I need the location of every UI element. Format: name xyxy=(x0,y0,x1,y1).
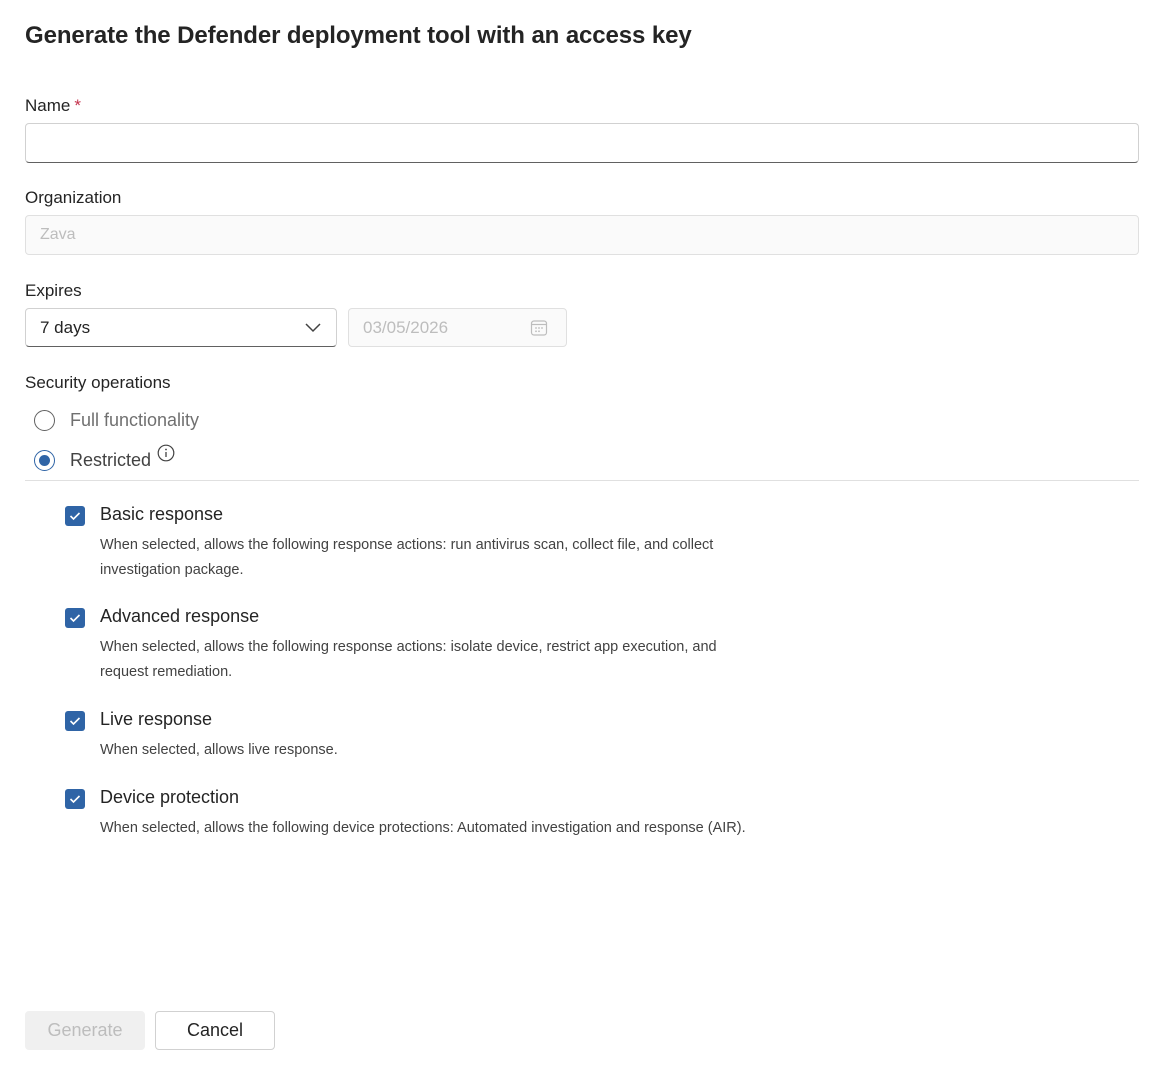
checkbox-advanced-response[interactable] xyxy=(65,608,85,628)
dialog-title: Generate the Defender deployment tool wi… xyxy=(25,22,692,49)
divider xyxy=(25,480,1139,481)
checkbox-basic-response[interactable] xyxy=(65,506,85,526)
checkmark-icon xyxy=(69,717,81,726)
expires-label: Expires xyxy=(25,281,82,300)
option-description: When selected, allows live response. xyxy=(100,742,338,758)
cancel-button[interactable]: Cancel xyxy=(155,1011,275,1050)
checkmark-icon xyxy=(69,614,81,623)
checkmark-icon xyxy=(69,795,81,804)
option-title: Advanced response xyxy=(100,606,260,626)
chevron-down-icon xyxy=(305,323,321,333)
name-label: Name * xyxy=(25,96,81,115)
radio-label: Restricted xyxy=(70,450,152,470)
checkbox-device-protection[interactable] xyxy=(65,789,85,809)
checkmark-icon xyxy=(69,512,81,521)
organization-input xyxy=(25,215,1139,255)
expires-dropdown[interactable]: 7 days xyxy=(25,308,337,347)
expires-selected-value: 7 days xyxy=(40,317,91,337)
checkbox-live-response[interactable] xyxy=(65,711,85,731)
required-mark: * xyxy=(74,96,81,115)
radio-label: Full functionality xyxy=(70,410,200,430)
info-icon[interactable] xyxy=(157,444,175,462)
security-operations-label: Security operations xyxy=(25,373,171,392)
option-description: When selected, allows the following devi… xyxy=(100,820,746,836)
option-description: When selected, allows the following resp… xyxy=(100,537,714,578)
radio-full-functionality[interactable]: Full functionality xyxy=(34,410,199,431)
radio-restricted[interactable]: Restricted xyxy=(34,444,175,471)
radio-button[interactable] xyxy=(34,410,55,431)
option-title: Basic response xyxy=(100,504,224,524)
expiry-date-value: 03/05/2026 xyxy=(363,317,449,337)
calendar-icon xyxy=(530,320,548,336)
organization-label: Organization xyxy=(25,188,122,207)
expiry-date-picker: 03/05/2026 xyxy=(348,308,567,347)
option-description: When selected, allows the following resp… xyxy=(100,639,717,680)
generate-button[interactable]: Generate xyxy=(25,1011,145,1050)
name-input[interactable] xyxy=(25,123,1139,163)
radio-button[interactable] xyxy=(34,450,55,471)
option-title: Live response xyxy=(100,709,213,729)
option-title: Device protection xyxy=(100,787,240,807)
